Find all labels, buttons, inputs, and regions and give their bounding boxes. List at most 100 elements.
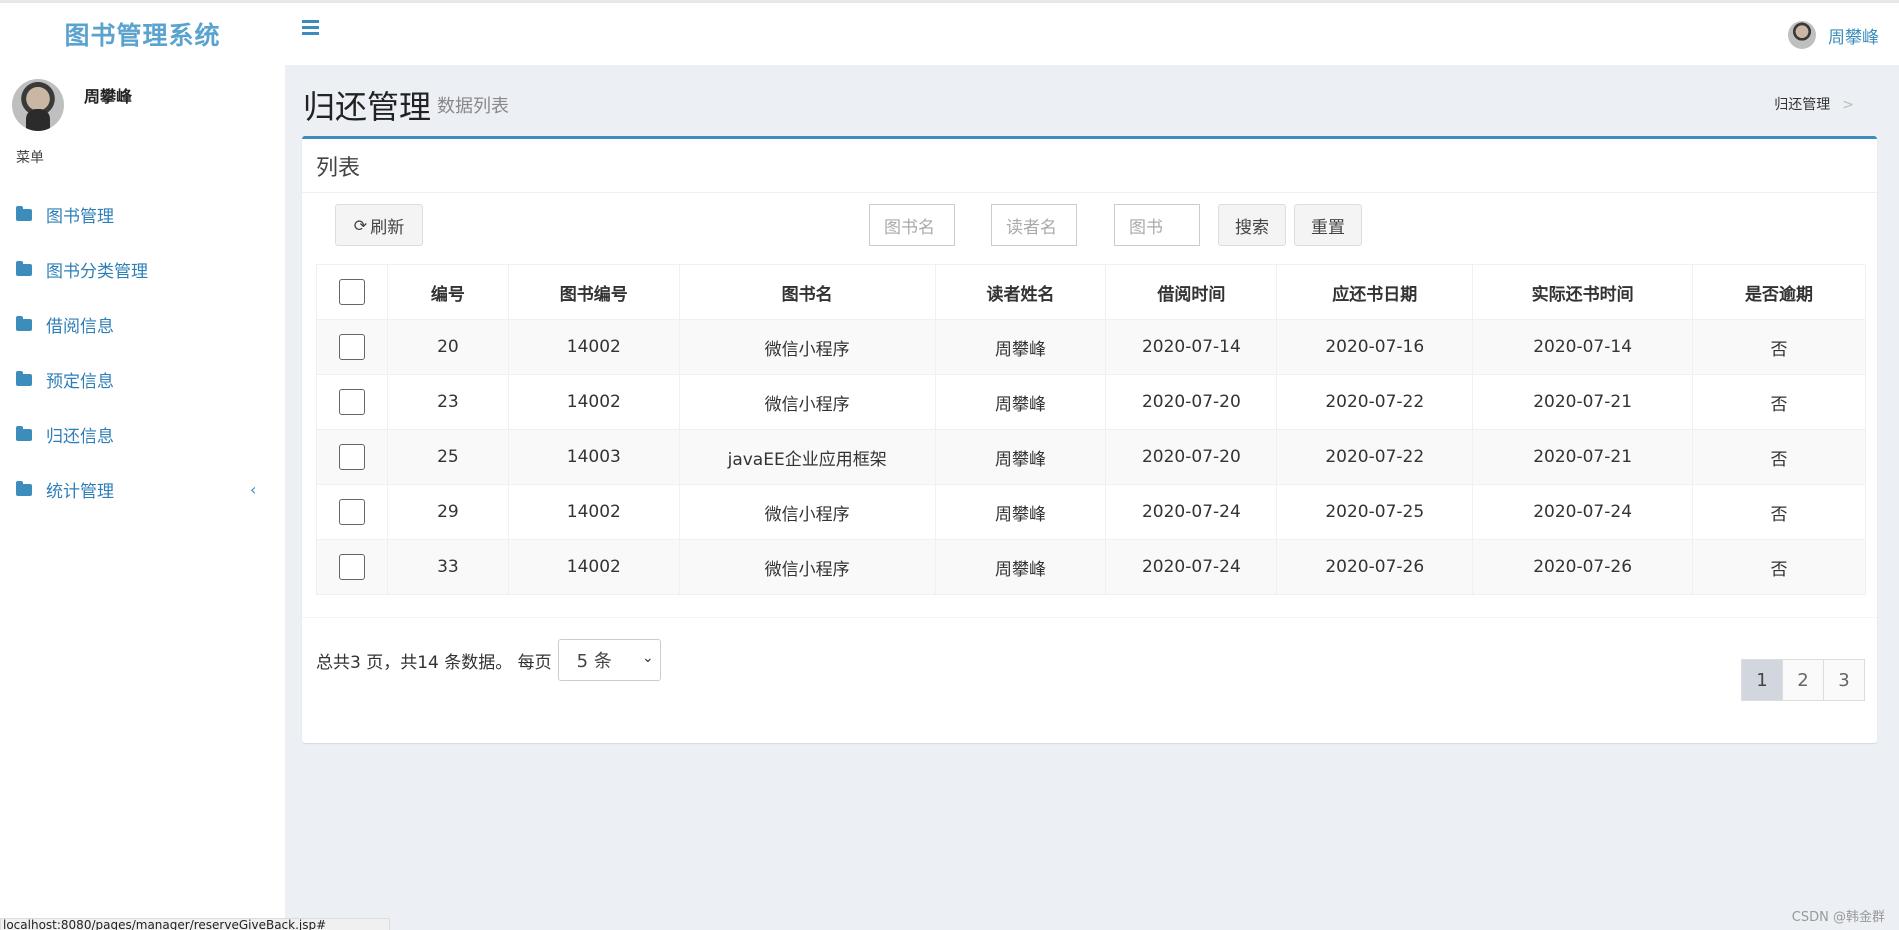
column-header[interactable]: 读者姓名: [934, 264, 1107, 320]
column-header[interactable]: 实际还书时间: [1472, 264, 1694, 320]
app-brand[interactable]: 图书管理系统: [0, 3, 285, 65]
avatar: [12, 79, 64, 131]
table-cell: 29: [386, 484, 509, 540]
table-cell: 2020-07-14: [1472, 319, 1694, 375]
table-cell: 否: [1692, 319, 1866, 375]
breadcrumb: 归还管理 >: [1774, 94, 1854, 114]
table-cell: 2020-07-24: [1472, 484, 1694, 540]
table-cell: 2020-07-26: [1276, 539, 1474, 595]
page-button-2[interactable]: 2: [1782, 659, 1824, 701]
table-row: 29 14002 微信小程序 周攀峰 2020-07-24 2020-07-25…: [316, 484, 1866, 540]
book-name-input[interactable]: 图书名: [869, 204, 955, 246]
sidebar-item-category-management[interactable]: 图书分类管理: [0, 242, 285, 297]
page-button-1[interactable]: 1: [1741, 659, 1783, 701]
sidebar-item-label: 借阅信息: [46, 317, 114, 337]
table-cell: 微信小程序: [678, 319, 936, 375]
table-cell: 否: [1692, 374, 1866, 430]
table-cell: 否: [1692, 539, 1866, 595]
table-cell: 微信小程序: [678, 539, 936, 595]
row-select-cell: [316, 429, 388, 485]
folder-icon: [16, 370, 32, 386]
table-cell: 微信小程序: [678, 374, 936, 430]
search-button[interactable]: 搜索: [1218, 204, 1286, 246]
sidebar-item-label: 归还信息: [46, 427, 114, 447]
table-cell: 周攀峰: [934, 429, 1107, 485]
table-cell: 23: [386, 374, 509, 430]
row-checkbox[interactable]: [338, 334, 365, 360]
book-input[interactable]: 图书: [1114, 204, 1200, 246]
select-all-checkbox[interactable]: [338, 279, 365, 305]
sidebar-item-borrow-info[interactable]: 借阅信息: [0, 297, 285, 352]
breadcrumb-item[interactable]: 归还管理: [1774, 97, 1830, 113]
folder-icon: [16, 425, 32, 441]
table-header-row: 编号 图书编号 图书名 读者姓名 借阅时间 应还书日期 实际还书时间 是否逾期: [316, 264, 1866, 320]
table-cell: 否: [1692, 429, 1866, 485]
table-cell: 14003: [507, 429, 680, 485]
table-row: 20 14002 微信小程序 周攀峰 2020-07-14 2020-07-16…: [316, 319, 1866, 375]
table-row: 23 14002 微信小程序 周攀峰 2020-07-20 2020-07-22…: [316, 374, 1866, 430]
table-cell: 33: [386, 539, 509, 595]
column-header[interactable]: 编号: [386, 264, 509, 320]
reset-button[interactable]: 重置: [1294, 204, 1362, 246]
table-row: 33 14002 微信小程序 周攀峰 2020-07-24 2020-07-26…: [316, 539, 1866, 595]
sidebar-item-book-management[interactable]: 图书管理: [0, 187, 285, 242]
box-title: 列表: [316, 156, 361, 181]
row-select-cell: [316, 484, 388, 540]
sidebar-item-return-info[interactable]: 归还信息: [0, 407, 285, 462]
header-user-menu[interactable]: 周攀峰: [1788, 21, 1879, 49]
row-checkbox[interactable]: [338, 444, 365, 470]
top-header: 周攀峰: [285, 3, 1899, 65]
folder-icon: [16, 315, 32, 331]
table-cell: 14002: [507, 539, 680, 595]
folder-icon: [16, 260, 32, 276]
reader-name-input[interactable]: 读者名: [991, 204, 1077, 246]
column-header[interactable]: 借阅时间: [1105, 264, 1278, 320]
pagination: 1 2 3: [1741, 659, 1865, 701]
row-select-cell: [316, 374, 388, 430]
page-subtitle: 数据列表: [437, 96, 509, 117]
row-checkbox[interactable]: [338, 499, 365, 525]
table-cell: 14002: [507, 319, 680, 375]
row-select-cell: [316, 539, 388, 595]
select-all-cell: [316, 264, 388, 320]
table-cell: javaEE企业应用框架: [678, 429, 936, 485]
table-cell: 2020-07-21: [1472, 429, 1694, 485]
page-size-value: 5 条: [576, 651, 612, 672]
table-cell: 14002: [507, 374, 680, 430]
page-size-select[interactable]: 5 条 ⌄: [557, 639, 661, 681]
table-cell: 微信小程序: [678, 484, 936, 540]
table-cell: 2020-07-25: [1276, 484, 1474, 540]
menu-toggle-icon[interactable]: [302, 20, 319, 36]
column-header[interactable]: 应还书日期: [1276, 264, 1474, 320]
table-cell: 周攀峰: [934, 484, 1107, 540]
refresh-icon: ⟳: [353, 215, 368, 235]
table-cell: 2020-07-24: [1105, 484, 1278, 540]
refresh-label: 刷新: [370, 217, 405, 238]
table-cell: 周攀峰: [934, 319, 1107, 375]
table-cell: 2020-07-14: [1105, 319, 1278, 375]
table-cell: 2020-07-24: [1105, 539, 1278, 595]
avatar: [1788, 21, 1816, 49]
user-name: 周攀峰: [84, 87, 133, 106]
column-header[interactable]: 图书编号: [507, 264, 680, 320]
status-bar-url: localhost:8080/pages/manager/reserveGive…: [0, 918, 390, 930]
breadcrumb-separator: >: [1842, 97, 1854, 113]
sidebar-item-reserve-info[interactable]: 预定信息: [0, 352, 285, 407]
table-cell: 14002: [507, 484, 680, 540]
refresh-button[interactable]: ⟳ 刷新: [335, 204, 423, 246]
table-cell: 2020-07-26: [1472, 539, 1694, 595]
table-cell: 20: [386, 319, 509, 375]
sidebar-item-statistics[interactable]: 统计管理 ‹: [0, 462, 285, 517]
list-box: 列表 ⟳ 刷新 图书名 读者名 图书 搜索 重置 编号 图书编号 图书名 读者姓…: [302, 136, 1877, 743]
table-cell: 周攀峰: [934, 374, 1107, 430]
column-header[interactable]: 图书名: [678, 264, 936, 320]
pagination-info-text: 总共3 页，共14 条数据。 每页: [316, 652, 552, 673]
column-header[interactable]: 是否逾期: [1692, 264, 1866, 320]
header-user-name: 周攀峰: [1828, 27, 1879, 48]
row-checkbox[interactable]: [338, 389, 365, 415]
table-row: 25 14003 javaEE企业应用框架 周攀峰 2020-07-20 202…: [316, 429, 1866, 485]
page-title: 归还管理: [303, 88, 432, 126]
row-checkbox[interactable]: [338, 554, 365, 580]
page-button-3[interactable]: 3: [1823, 659, 1865, 701]
divider: [302, 617, 1877, 618]
